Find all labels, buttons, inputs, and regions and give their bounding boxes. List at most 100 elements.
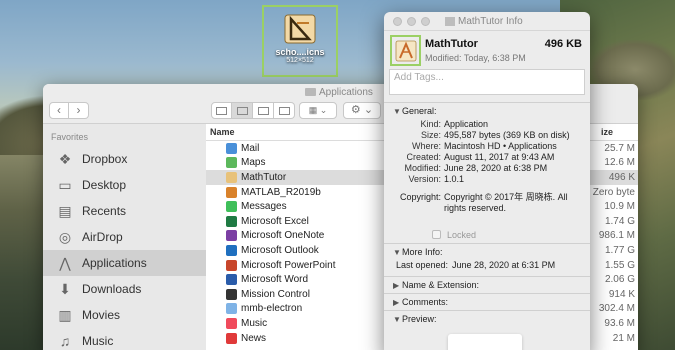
app-icon <box>226 317 237 329</box>
name-extension-header[interactable]: ▶ Name & Extension: <box>384 277 590 293</box>
info-app-name: MathTutor <box>425 38 478 50</box>
info-modified: Modified: Today, 6:38 PM <box>425 53 526 63</box>
file-name: News <box>241 332 267 344</box>
app-icon <box>226 288 237 300</box>
column-view-button[interactable] <box>253 102 274 119</box>
downloads-icon: ⬇ <box>59 280 71 297</box>
sidebar-item-label: Music <box>82 334 114 348</box>
desktop-icon-label: scho....icns <box>275 47 325 57</box>
kind-row: Kind: Application <box>420 119 489 129</box>
gear-icon: ⚙ ⌄ <box>350 104 374 116</box>
list-icon <box>236 106 248 115</box>
sidebar-item-dropbox[interactable]: ❖ Dropbox <box>43 146 206 172</box>
app-icon <box>226 244 237 256</box>
file-name: Maps <box>241 157 266 169</box>
gallery-icon <box>278 106 290 115</box>
close-button[interactable] <box>393 17 402 26</box>
finder-sidebar: Favorites ❖ Dropbox ▭ Desktop ▤ Recents … <box>43 124 206 350</box>
group-icon: ▦ ⌄ <box>308 105 328 115</box>
file-name: Microsoft Outlook <box>241 244 319 256</box>
columns-icon <box>257 106 269 115</box>
finder-title: Applications <box>305 87 373 98</box>
info-app-size: 496 KB <box>544 38 582 50</box>
file-name: Microsoft Excel <box>241 215 309 227</box>
copyright-row: Copyright: Copyright © 2017年 周晓栋. All ri… <box>399 192 568 213</box>
name-column-header[interactable]: Name <box>210 127 235 137</box>
folder-icon <box>305 88 316 97</box>
checkbox-icon <box>432 230 441 239</box>
sidebar-item-recents[interactable]: ▤ Recents <box>43 198 206 224</box>
file-name: MathTutor <box>241 171 287 183</box>
minimize-button[interactable] <box>407 17 416 26</box>
desktop-icon-dimensions: 512×512 <box>286 57 314 64</box>
sidebar-item-label: AirDrop <box>82 230 123 244</box>
preview-header[interactable]: ▼Preview: <box>384 311 590 327</box>
file-size: 914 K <box>608 288 635 300</box>
action-button[interactable]: ⚙ ⌄ <box>343 102 381 119</box>
sidebar-item-label: Applications <box>82 256 147 270</box>
music-icon: ♫ <box>59 333 71 349</box>
recents-icon: ▤ <box>58 202 72 219</box>
app-icon <box>226 332 237 344</box>
preview-image <box>448 334 522 350</box>
list-view-button[interactable] <box>232 102 253 119</box>
more-info-header[interactable]: ▼More Info: <box>384 244 590 260</box>
comments-header[interactable]: ▶ Comments: <box>384 294 590 310</box>
comments-section: ▶ Comments: <box>384 293 590 310</box>
file-size: 10.9 M <box>604 201 635 213</box>
locked-checkbox[interactable]: Locked <box>384 226 590 243</box>
sidebar-heading: Favorites <box>51 132 89 142</box>
file-size: 302.4 M <box>598 303 635 315</box>
general-section: ▼General: Kind: Application Size: 495,587 … <box>384 102 590 243</box>
file-size: 21 M <box>612 332 635 344</box>
back-button[interactable]: ‹ <box>49 102 69 119</box>
sidebar-item-label: Downloads <box>82 282 142 296</box>
app-icon <box>226 171 237 183</box>
disclosure-closed-icon: ▶ <box>393 298 400 307</box>
sidebar-item-label: Dropbox <box>82 152 128 166</box>
sidebar-item-applications[interactable]: ⋀ Applications <box>43 250 206 276</box>
sidebar-item-movies[interactable]: ▥ Movies <box>43 302 206 328</box>
file-name: Mission Control <box>241 288 310 300</box>
zoom-button[interactable] <box>421 17 430 26</box>
file-size: 2.06 G <box>604 274 635 286</box>
sidebar-item-label: Movies <box>82 308 121 322</box>
general-header[interactable]: ▼General: <box>384 103 590 119</box>
disclosure-open-icon: ▼ <box>393 315 401 324</box>
app-icon <box>226 230 237 242</box>
desktop-icon: ▭ <box>58 176 72 193</box>
app-icon <box>226 274 237 286</box>
file-size: 1.74 G <box>604 215 635 227</box>
size-row: Size: 495,587 bytes (369 KB on disk) <box>420 130 570 140</box>
sidebar-item-music[interactable]: ♫ Music <box>43 328 206 350</box>
more-info-section: ▼More Info: Last opened: June 28, 2020 a… <box>384 243 590 276</box>
app-icon[interactable] <box>390 35 421 66</box>
last-opened-row: Last opened: June 28, 2020 at 6:31 PM <box>396 260 556 270</box>
sidebar-item-airdrop[interactable]: ◎ AirDrop <box>43 224 206 250</box>
sidebar-item-desktop[interactable]: ▭ Desktop <box>43 172 206 198</box>
sidebar-item-downloads[interactable]: ⬇ Downloads <box>43 276 206 302</box>
file-size: 986.1 M <box>598 230 635 242</box>
info-window: MathTutor Info MathTutor 496 KB Modified… <box>384 12 590 350</box>
mathtutor-icon <box>395 40 416 61</box>
modified-row: Modified: June 28, 2020 at 6:38 PM <box>404 163 548 173</box>
file-name: mmb-electron <box>241 303 303 315</box>
file-name: Messages <box>241 201 287 213</box>
version-row: Version: 1.0.1 <box>408 174 465 184</box>
app-icon <box>226 142 237 154</box>
tags-input[interactable]: Add Tags... <box>389 69 585 95</box>
applications-icon: ⋀ <box>59 254 71 271</box>
desktop-file-icon[interactable]: scho....icns 512×512 <box>262 5 338 77</box>
file-name: Microsoft Word <box>241 274 309 286</box>
where-row: Where: Macintosh HD • Applications <box>411 141 557 151</box>
gallery-view-button[interactable] <box>274 102 295 119</box>
icon-view-button[interactable] <box>211 102 232 119</box>
disclosure-open-icon: ▼ <box>393 107 401 116</box>
size-column-header[interactable]: ize <box>601 127 613 137</box>
movies-icon: ▥ <box>58 306 72 323</box>
forward-button[interactable]: › <box>69 102 89 119</box>
group-button[interactable]: ▦ ⌄ <box>299 102 337 119</box>
app-icon <box>226 186 237 198</box>
file-size: Zero byte <box>592 186 635 198</box>
app-icon <box>226 215 237 227</box>
